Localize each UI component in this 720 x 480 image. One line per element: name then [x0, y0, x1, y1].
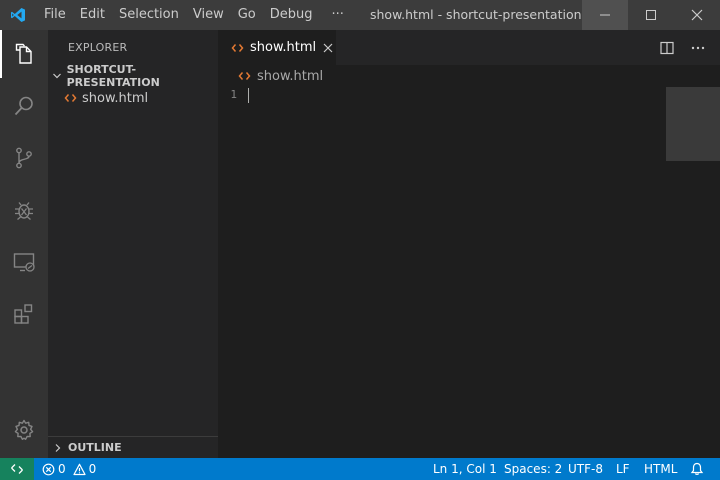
- explorer-icon: [15, 43, 32, 64]
- activity-extensions[interactable]: [0, 290, 48, 338]
- close-icon: [323, 43, 333, 52]
- file-item-show-html[interactable]: show.html: [48, 87, 218, 109]
- bell-icon: [690, 462, 704, 475]
- menu-file[interactable]: File: [37, 0, 73, 30]
- warning-count: 0: [88, 462, 97, 476]
- folder-name: SHORTCUT-PRESENTATION: [66, 63, 160, 89]
- warning-icon: [73, 463, 86, 475]
- activity-remote-explorer[interactable]: [0, 238, 48, 286]
- gear-icon: [14, 419, 34, 440]
- source-control-icon: [16, 147, 32, 169]
- file-label: show.html: [82, 90, 149, 106]
- editor-actions: [660, 30, 706, 65]
- indentation[interactable]: Spaces: 2: [504, 458, 562, 480]
- activity-search[interactable]: [0, 82, 48, 130]
- close-icon: [691, 9, 703, 21]
- remote-icon: [11, 464, 23, 474]
- more-actions-button[interactable]: [690, 41, 706, 55]
- maximize-icon: [646, 10, 656, 20]
- minimize-button[interactable]: [582, 0, 628, 30]
- maximize-button[interactable]: [628, 0, 674, 30]
- chevron-right-icon: [48, 443, 68, 453]
- menu-debug[interactable]: Debug: [263, 0, 320, 30]
- menu-more[interactable]: ···: [325, 0, 351, 30]
- menu-view[interactable]: View: [186, 0, 231, 30]
- vscode-logo-icon: [0, 0, 36, 30]
- menu-edit[interactable]: Edit: [73, 0, 112, 30]
- debug-icon: [15, 202, 33, 220]
- activity-debug[interactable]: [0, 186, 48, 234]
- title-bar: File Edit Selection View Go Debug ··· sh…: [0, 0, 720, 30]
- remote-indicator[interactable]: [0, 458, 34, 480]
- language-mode[interactable]: HTML: [644, 458, 677, 480]
- sidebar-title: EXPLORER: [68, 41, 128, 54]
- error-icon: [42, 463, 55, 475]
- line-number: 1: [230, 88, 237, 101]
- window-title: show.html - shortcut-presentation [Ad...: [370, 7, 582, 22]
- search-icon: [14, 96, 33, 116]
- activity-bar: [0, 30, 48, 458]
- status-bar: 0 0 Ln 1, Col 1 Spaces: 2 UTF-8 LF HTML: [0, 458, 720, 480]
- close-window-button[interactable]: [674, 0, 720, 30]
- menu-selection[interactable]: Selection: [112, 0, 186, 30]
- split-editor-icon: [660, 41, 674, 54]
- problems-indicator[interactable]: 0 0: [42, 458, 96, 480]
- more-actions-icon: [691, 46, 705, 49]
- outline-label: OUTLINE: [68, 441, 122, 454]
- html-file-icon: [238, 72, 251, 80]
- breadcrumb-label: show.html: [257, 68, 324, 84]
- menu-bar: File Edit Selection View Go Debug ···: [37, 0, 351, 30]
- error-count: 0: [58, 462, 66, 476]
- explorer-sidebar: EXPLORER SHORTCUT-PRESENTATION show.html…: [48, 30, 218, 458]
- split-editor-button[interactable]: [660, 41, 674, 55]
- end-of-line[interactable]: LF: [616, 458, 630, 480]
- tab-show-html[interactable]: show.html: [218, 30, 336, 65]
- tab-close-button[interactable]: [323, 43, 333, 53]
- extensions-icon: [14, 304, 33, 324]
- menu-go[interactable]: Go: [231, 0, 263, 30]
- activity-manage[interactable]: [0, 406, 48, 454]
- outline-header[interactable]: OUTLINE: [48, 436, 218, 458]
- minimize-icon: [600, 14, 610, 16]
- chevron-down-icon: [48, 71, 67, 81]
- html-file-icon: [64, 94, 77, 102]
- tab-label: show.html: [250, 40, 317, 55]
- breadcrumb[interactable]: show.html: [218, 65, 323, 87]
- folder-header[interactable]: SHORTCUT-PRESENTATION: [48, 63, 218, 89]
- text-cursor: [248, 88, 249, 103]
- editor-tabs: show.html: [218, 30, 720, 65]
- cursor-position[interactable]: Ln 1, Col 1: [433, 458, 497, 480]
- remote-explorer-icon: [13, 253, 35, 272]
- html-file-icon: [231, 43, 244, 52]
- activity-explorer[interactable]: [0, 30, 48, 78]
- activity-source-control[interactable]: [0, 134, 48, 182]
- minimap-slider[interactable]: [666, 87, 720, 161]
- code-editor[interactable]: 1: [218, 87, 720, 458]
- encoding[interactable]: UTF-8: [568, 458, 603, 480]
- notifications-button[interactable]: [690, 458, 704, 480]
